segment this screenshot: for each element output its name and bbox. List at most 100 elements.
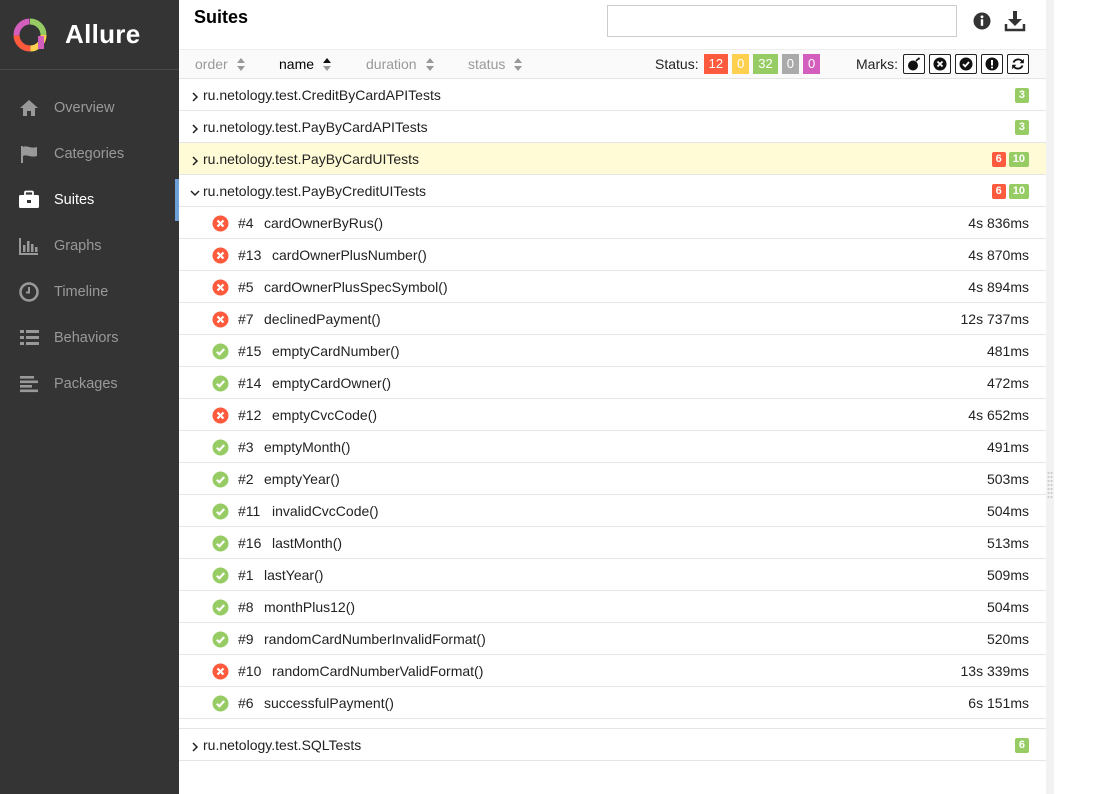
test-duration: 520ms (986, 631, 1029, 647)
test-duration: 504ms (986, 599, 1029, 615)
passed-status-icon (212, 375, 229, 392)
test-row[interactable]: #14 emptyCardOwner() 472ms (179, 367, 1046, 399)
sort-by-duration[interactable]: duration (366, 56, 434, 72)
test-row[interactable]: #7 declinedPayment() 12s 737ms (179, 303, 1046, 335)
test-duration: 6s 151ms (968, 695, 1029, 711)
test-duration: 4s 652ms (968, 407, 1029, 423)
test-number: #16 (238, 535, 262, 551)
pane-splitter[interactable] (1046, 0, 1054, 794)
mark-new-passed-button[interactable] (955, 54, 977, 74)
suite-counts: 3 (1012, 88, 1029, 103)
refresh-icon (1012, 58, 1024, 70)
test-number: #8 (238, 599, 254, 615)
suite-row[interactable]: ru.netology.test.PayByCreditUITests 6 10 (179, 175, 1046, 207)
passed-status-icon (212, 631, 229, 648)
search-input[interactable] (607, 5, 957, 37)
suite-name: ru.netology.test.PayByCardUITests (203, 151, 420, 167)
test-row[interactable]: #16 lastMonth() 513ms (179, 527, 1046, 559)
status-count-unknown[interactable]: 0 (803, 54, 821, 74)
test-row[interactable]: #5 cardOwnerPlusSpecSymbol() 4s 894ms (179, 271, 1046, 303)
bomb-icon (908, 57, 920, 71)
test-duration: 4s 870ms (968, 247, 1029, 263)
chevron-down-icon[interactable] (190, 185, 200, 197)
sidebar-item-graphs[interactable]: Graphs (0, 223, 179, 269)
test-duration: 513ms (986, 535, 1029, 551)
sidebar-item-label: Overview (54, 100, 115, 116)
flag-icon (18, 143, 40, 165)
sort-by-name[interactable]: name (279, 56, 332, 72)
test-duration: 472ms (986, 375, 1029, 391)
page-title: Suites (194, 7, 249, 27)
test-row[interactable]: #13 cardOwnerPlusNumber() 4s 870ms (179, 239, 1046, 271)
test-row[interactable]: #15 emptyCardNumber() 481ms (179, 335, 1046, 367)
status-filter: Status: 12 0 32 0 0 (655, 54, 824, 74)
mark-new-failed-button[interactable] (929, 54, 951, 74)
test-name: invalidCvcCode() (272, 503, 379, 519)
mark-retries-button[interactable] (1007, 54, 1029, 74)
marks-filter: Marks: (856, 54, 1033, 74)
download-icon[interactable] (1003, 9, 1027, 33)
test-name: cardOwnerByRus() (264, 215, 384, 231)
sidebar-item-suites[interactable]: Suites (0, 177, 179, 223)
passed-status-icon (212, 439, 229, 456)
test-row[interactable]: #9 randomCardNumberInvalidFormat() 520ms (179, 623, 1046, 655)
sidebar-item-overview[interactable]: Overview (0, 85, 179, 131)
chevron-right-icon[interactable] (190, 121, 200, 134)
status-filter-label: Status: (655, 56, 699, 72)
test-number: #14 (238, 375, 262, 391)
sort-icon (514, 57, 523, 71)
failed-status-icon (212, 215, 229, 232)
chevron-right-icon[interactable] (190, 89, 200, 102)
sidebar-item-behaviors[interactable]: Behaviors (0, 315, 179, 361)
group-end-spacer (179, 719, 1046, 729)
passed-count-badge: 10 (1008, 184, 1029, 199)
sidebar-item-label: Suites (54, 192, 95, 208)
test-name: emptyMonth() (264, 439, 351, 455)
status-count-failed[interactable]: 12 (703, 54, 729, 74)
sidebar-item-categories[interactable]: Categories (0, 131, 179, 177)
sort-toolbar: order name duration status Status: 12 0 32… (179, 49, 1046, 79)
sidebar: Allure Overview Categories Suites Graphs Tim… (0, 0, 179, 794)
test-row[interactable]: #8 monthPlus12() 504ms (179, 591, 1046, 623)
test-row[interactable]: #11 invalidCvcCode() 504ms (179, 495, 1046, 527)
chevron-right-icon[interactable] (190, 153, 200, 166)
sidebar-item-timeline[interactable]: Timeline (0, 269, 179, 315)
test-row[interactable]: #12 emptyCvcCode() 4s 652ms (179, 399, 1046, 431)
sidebar-item-label: Categories (54, 146, 125, 162)
status-count-skipped[interactable]: 0 (781, 54, 799, 74)
test-row[interactable]: #1 lastYear() 509ms (179, 559, 1046, 591)
splitter-grip-icon[interactable] (1046, 470, 1054, 500)
sort-by-order[interactable]: order (195, 56, 245, 72)
status-count-broken[interactable]: 0 (732, 54, 750, 74)
suite-row[interactable]: ru.netology.test.PayByCardAPITests 3 (179, 111, 1046, 143)
mark-flaky-button[interactable] (903, 54, 925, 74)
test-number: #3 (238, 439, 254, 455)
list-icon (18, 327, 40, 349)
test-duration: 503ms (986, 471, 1029, 487)
sidebar-item-packages[interactable]: Packages (0, 361, 179, 407)
brand-name: Allure (65, 19, 141, 49)
suite-row[interactable]: ru.netology.test.CreditByCardAPITests 3 (179, 79, 1046, 111)
test-name: emptyYear() (264, 471, 340, 487)
test-name: cardOwnerPlusNumber() (272, 247, 427, 263)
info-icon[interactable] (972, 11, 992, 31)
test-number: #10 (238, 663, 262, 679)
status-count-passed[interactable]: 32 (753, 54, 778, 74)
suite-row[interactable]: ru.netology.test.PayByCardUITests 6 10 (179, 143, 1046, 175)
chevron-right-icon[interactable] (190, 739, 200, 752)
sidebar-item-label: Behaviors (54, 330, 119, 346)
brand[interactable]: Allure (0, 0, 179, 70)
passed-status-icon (212, 535, 229, 552)
test-row[interactable]: #6 successfulPayment() 6s 151ms (179, 687, 1046, 719)
suite-row[interactable]: ru.netology.test.SQLTests 6 (179, 729, 1046, 761)
test-row[interactable]: #10 randomCardNumberValidFormat() 13s 339m… (179, 655, 1046, 687)
times-circle-icon (933, 57, 947, 71)
mark-new-broken-button[interactable] (981, 54, 1003, 74)
sort-name-label: name (279, 56, 315, 72)
test-row[interactable]: #4 cardOwnerByRus() 4s 836ms (179, 207, 1046, 239)
test-row[interactable]: #2 emptyYear() 503ms (179, 463, 1046, 495)
suite-name: ru.netology.test.CreditByCardAPITests (203, 87, 441, 103)
test-row[interactable]: #3 emptyMonth() 491ms (179, 431, 1046, 463)
test-duration: 12s 737ms (960, 311, 1029, 327)
sort-by-status[interactable]: status (468, 56, 523, 72)
